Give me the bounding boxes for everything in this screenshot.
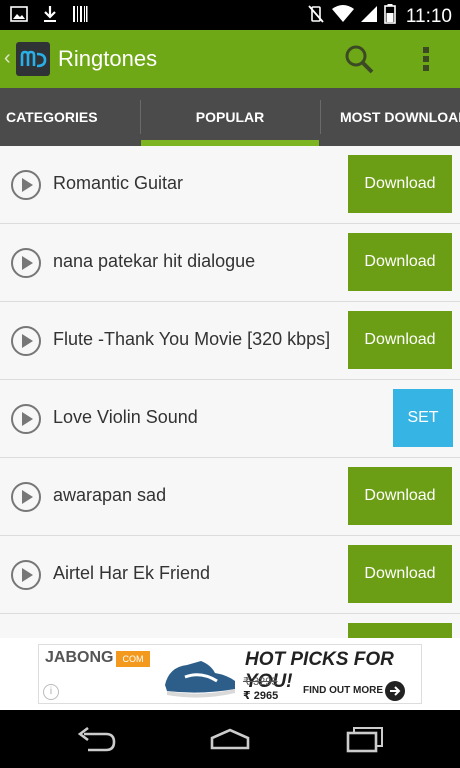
vibrate-mute-icon [306, 4, 326, 29]
tab-categories[interactable]: CATEGORIES [6, 88, 138, 146]
ringtone-title: Flute -Thank You Movie [320 kbps] [53, 329, 331, 349]
tab-divider [320, 100, 321, 134]
ad-brand: JABONG [45, 649, 114, 666]
search-icon[interactable] [342, 42, 376, 76]
play-icon[interactable] [10, 325, 42, 357]
ringtone-title: Love Violin Sound [53, 407, 198, 427]
ringtone-title: nana patekar hit dialogue [53, 251, 256, 271]
ad-brand-tag: COM [116, 651, 150, 667]
barcode-icon [72, 5, 88, 28]
list-item-partial[interactable] [0, 614, 460, 638]
ad-old-price: ₹ 3295 [243, 676, 278, 688]
tab-popular[interactable]: POPULAR [141, 88, 319, 146]
ringtone-title: Airtel Har Ek Friend [53, 563, 211, 583]
list-item[interactable]: Flute -Thank You Movie [320 kbps] Downlo… [0, 302, 460, 380]
app-logo[interactable] [16, 42, 50, 76]
list-item[interactable]: awarapan sad Download [0, 458, 460, 536]
download-button[interactable]: Download [348, 155, 452, 213]
ad-area: JABONG COM HOT PICKS FOR YOU! ₹ 3295 ₹ 2… [0, 638, 460, 710]
play-icon[interactable] [10, 247, 42, 279]
ad-info-icon[interactable]: i [43, 684, 59, 700]
recent-apps-icon[interactable] [342, 724, 386, 754]
ad-banner[interactable]: JABONG COM HOT PICKS FOR YOU! ₹ 3295 ₹ 2… [38, 644, 422, 704]
ad-cta[interactable]: FIND OUT MORE [303, 685, 383, 696]
download-button[interactable]: Download [348, 233, 452, 291]
ringtone-title: Romantic Guitar [53, 173, 184, 193]
set-button[interactable]: SET [393, 389, 453, 447]
signal-icon [360, 5, 378, 28]
tab-bar: CATEGORIES POPULAR MOST DOWNLOADED [0, 88, 460, 146]
list-item[interactable]: Romantic Guitar Download [0, 146, 460, 224]
download-button-partial[interactable] [348, 623, 452, 638]
list-item[interactable]: Airtel Har Ek Friend Download [0, 536, 460, 614]
download-button[interactable]: Download [348, 545, 452, 603]
play-icon[interactable] [10, 559, 42, 591]
wifi-icon [331, 5, 354, 28]
nav-bar [0, 710, 460, 768]
arrow-right-icon[interactable] [385, 681, 405, 701]
list-item[interactable]: nana patekar hit dialogue Download [0, 224, 460, 302]
app-bar: ‹ Ringtones [0, 30, 460, 88]
back-icon[interactable]: ‹ [4, 47, 11, 70]
battery-icon [384, 4, 396, 29]
overflow-menu-icon[interactable] [414, 42, 438, 76]
status-bar: 11:10 [0, 0, 460, 30]
play-icon[interactable] [10, 169, 42, 201]
home-nav-icon[interactable] [208, 724, 252, 754]
back-nav-icon[interactable] [74, 724, 118, 754]
play-icon[interactable] [10, 403, 42, 435]
image-icon [10, 5, 28, 28]
ad-new-price: ₹ 2965 [243, 690, 279, 702]
download-icon [42, 5, 58, 28]
ringtone-list[interactable]: Romantic Guitar Download nana patekar hi… [0, 146, 460, 638]
status-time: 11:10 [405, 5, 452, 27]
download-button[interactable]: Download [348, 311, 452, 369]
shoe-image [161, 651, 239, 701]
ringtone-title: awarapan sad [53, 485, 167, 505]
play-icon[interactable] [10, 481, 42, 513]
list-item[interactable]: Love Violin Sound SET [0, 380, 460, 458]
download-button[interactable]: Download [348, 467, 452, 525]
app-title: Ringtones [58, 46, 158, 71]
tab-most-downloaded[interactable]: MOST DOWNLOADED [340, 88, 460, 146]
